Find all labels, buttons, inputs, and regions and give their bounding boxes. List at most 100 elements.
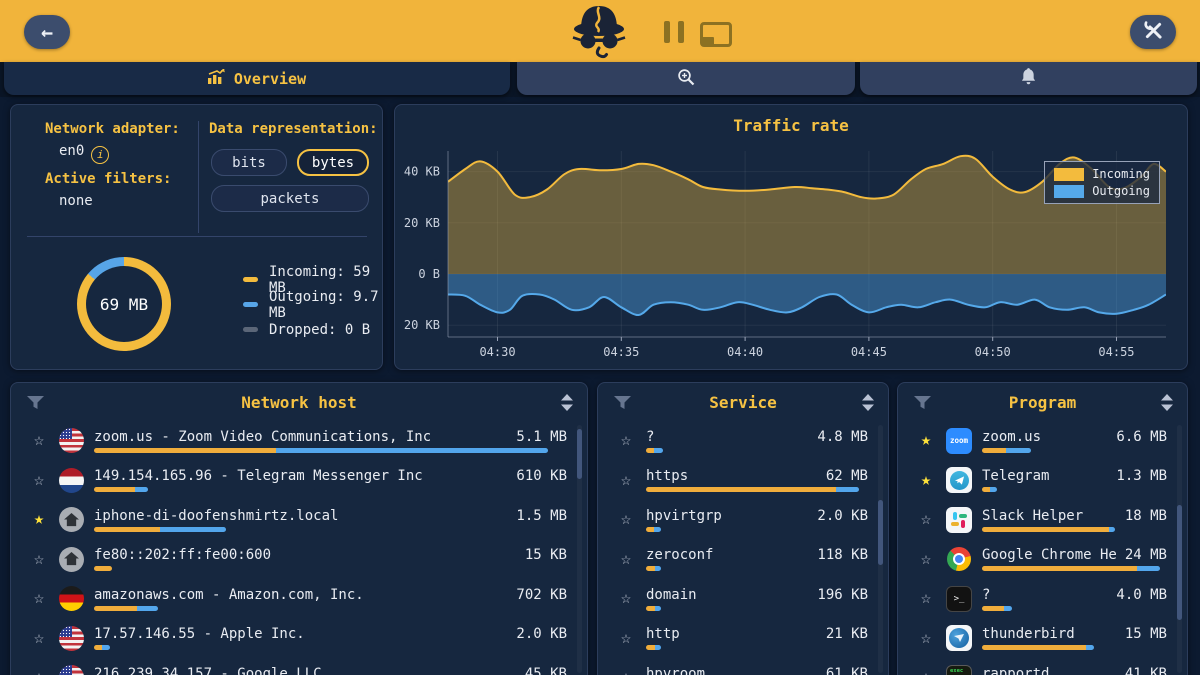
traffic-bar [982, 448, 1031, 453]
row-value: 2.0 KB [809, 508, 868, 524]
table-row[interactable]: ☆http21 KB [598, 619, 888, 659]
settings-button[interactable] [1130, 15, 1176, 49]
tab-overview-label: Overview [234, 70, 306, 88]
network-host-panel: Network host ☆zoom.us - Zoom Video Commu… [10, 382, 588, 675]
favorite-star-icon[interactable]: ☆ [616, 669, 636, 675]
row-value: 61 KB [818, 666, 868, 675]
tab-overview[interactable]: Overview [4, 62, 510, 95]
table-row[interactable]: ☆>_?4.0 MB [898, 579, 1187, 619]
table-row[interactable]: ★iphone-di-doofenshmirtz.local1.5 MB [11, 500, 587, 540]
favorite-star-icon[interactable]: ☆ [616, 630, 636, 647]
favorite-star-icon[interactable]: ☆ [29, 432, 49, 449]
program-rows: ★zoomzoom.us6.6 MB★Telegram1.3 MB☆Slack … [898, 421, 1187, 675]
table-row[interactable]: ☆fe80::202:ff:fe00:60015 KB [11, 540, 587, 580]
sort-icon[interactable] [862, 394, 874, 415]
sort-icon[interactable] [1161, 394, 1173, 415]
table-row[interactable]: ☆149.154.165.96 - Telegram Messenger Inc… [11, 461, 587, 501]
favorite-star-icon[interactable]: ☆ [916, 590, 936, 607]
dropped-dash-icon [243, 327, 258, 332]
favorite-star-icon[interactable]: ☆ [916, 630, 936, 647]
traffic-bar [646, 527, 661, 532]
table-row[interactable]: ☆?4.8 MB [598, 421, 888, 461]
scrollbar[interactable] [1177, 425, 1182, 673]
active-filters-value: none [59, 193, 93, 209]
adapter-value: en0i [59, 143, 109, 164]
table-row[interactable]: ☆https62 MB [598, 461, 888, 501]
favorite-star-icon[interactable]: ☆ [616, 472, 636, 489]
table-row[interactable]: ☆amazonaws.com - Amazon.com, Inc.702 KB [11, 579, 587, 619]
table-row[interactable]: ★zoomzoom.us6.6 MB [898, 421, 1187, 461]
favorite-star-icon[interactable]: ☆ [616, 590, 636, 607]
favorite-star-icon[interactable]: ☆ [916, 669, 936, 675]
favorite-star-icon[interactable]: ☆ [916, 551, 936, 568]
representation-label: Data representation: [209, 121, 378, 137]
telegram-app-icon [946, 467, 972, 493]
table-row[interactable]: ☆Google Chrome He...24 MB [898, 540, 1187, 580]
back-button[interactable]: ← [24, 15, 70, 49]
pause-button[interactable] [664, 21, 684, 43]
table-row[interactable]: ☆ hpvirtgrp 2.0 KB [598, 500, 888, 540]
table-row[interactable]: ☆216.239.34.157 - Google LLC45 KB [11, 658, 587, 675]
row-value: 21 KB [818, 626, 868, 642]
traffic-bar [982, 487, 997, 492]
bytes-option-button[interactable]: bytes [297, 149, 369, 176]
table-row[interactable]: ☆Slack Helper18 MB [898, 500, 1187, 540]
table-row[interactable]: ★Telegram1.3 MB [898, 461, 1187, 501]
row-value: 610 KB [508, 468, 567, 484]
sort-icon[interactable] [561, 394, 573, 415]
favorite-star-icon[interactable]: ★ [916, 472, 936, 489]
row-label: 17.57.146.55 - Apple Inc. [94, 626, 305, 642]
favorite-star-icon[interactable]: ★ [29, 511, 49, 528]
table-row[interactable]: ☆hpvroom61 KB [598, 658, 888, 675]
row-value: 41 KB [1117, 666, 1167, 675]
table-row[interactable]: ☆execrapportd41 KB [898, 658, 1187, 675]
y-tick-label: 0 B [418, 267, 440, 281]
local-network-home-icon [59, 507, 84, 532]
table-row[interactable]: ☆zoom.us - Zoom Video Communications, In… [11, 421, 587, 461]
row-label: 216.239.34.157 - Google LLC [94, 666, 322, 675]
outgoing-swatch-icon [1054, 185, 1084, 198]
table-row[interactable]: ☆17.57.146.55 - Apple Inc.2.0 KB [11, 619, 587, 659]
divider [27, 236, 367, 237]
favorite-star-icon[interactable]: ☆ [29, 551, 49, 568]
table-row[interactable]: ☆domain196 KB [598, 579, 888, 619]
tab-bar: Overview [0, 62, 1200, 97]
table-row[interactable]: ☆thunderbird15 MB [898, 619, 1187, 659]
scrollbar[interactable] [878, 425, 883, 673]
favorite-star-icon[interactable]: ☆ [29, 669, 49, 675]
x-tick-label: 04:35 [603, 345, 639, 359]
bits-option-button[interactable]: bits [211, 149, 287, 176]
table-row[interactable]: ☆zeroconf118 KB [598, 540, 888, 580]
favorite-star-icon[interactable]: ☆ [29, 590, 49, 607]
row-label: thunderbird [982, 626, 1075, 642]
tab-inspect[interactable] [517, 62, 855, 95]
packets-option-button[interactable]: packets [211, 185, 369, 212]
y-tick-label: 20 KB [404, 216, 440, 230]
favorite-star-icon[interactable]: ☆ [916, 511, 936, 528]
favorite-star-icon[interactable]: ☆ [29, 630, 49, 647]
row-label: hpvirtgrp [646, 508, 722, 524]
favorite-star-icon[interactable]: ★ [916, 432, 936, 449]
favorite-star-icon[interactable]: ☆ [616, 432, 636, 449]
y-tick-label: 20 KB [404, 318, 440, 332]
traffic-donut-chart: 69 MB [77, 257, 171, 351]
x-tick-label: 04:50 [975, 345, 1011, 359]
scrollbar[interactable] [577, 425, 582, 673]
tab-notifications[interactable] [860, 62, 1197, 95]
favorite-star-icon[interactable]: ☆ [616, 551, 636, 568]
row-label: ? [646, 429, 654, 445]
favorite-star-icon[interactable]: ☆ [616, 511, 636, 528]
thunderbird-app-icon [946, 625, 972, 651]
traffic-bar [94, 527, 226, 532]
divider [198, 121, 199, 233]
traffic-bar [982, 566, 1160, 571]
row-value: 15 KB [517, 547, 567, 563]
adapter-info-icon[interactable]: i [91, 146, 109, 164]
favorite-star-icon[interactable]: ☆ [29, 472, 49, 489]
traffic-bar [94, 566, 112, 571]
row-value: 6.6 MB [1108, 429, 1167, 445]
thumbnail-mode-button[interactable] [700, 22, 732, 47]
chrome-app-icon [946, 546, 972, 572]
row-value: 4.0 MB [1108, 587, 1167, 603]
us-flag-icon [59, 626, 84, 651]
